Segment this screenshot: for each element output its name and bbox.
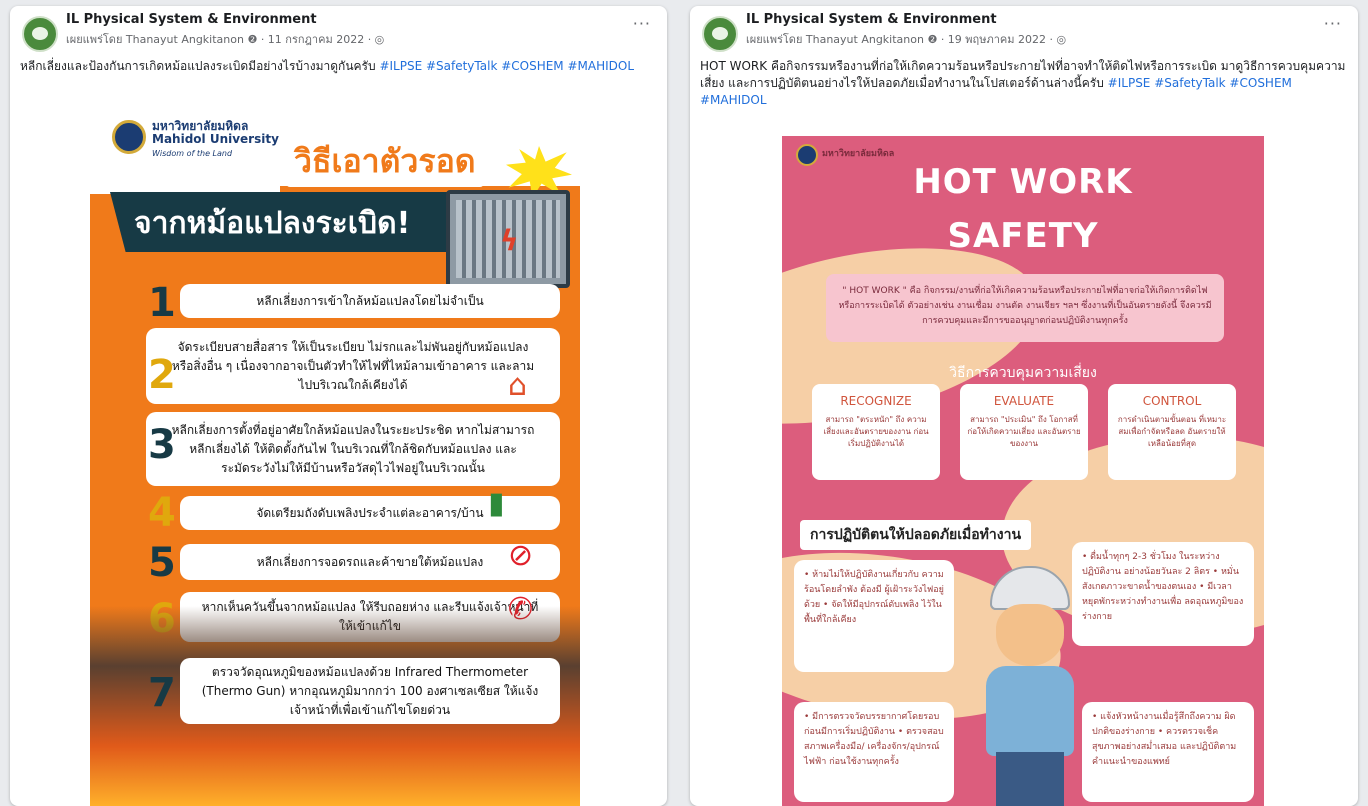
no-parking-icon: ⊘ <box>508 538 534 573</box>
evaluate-card: EVALUATE สามารถ "ประเมิน" ถึง โอกาสที่ก่… <box>960 384 1088 480</box>
infographic-image[interactable]: มหาวิทยาลัยมหิดล HOT WORK SAFETY " HOT W… <box>782 136 1264 806</box>
page-avatar[interactable] <box>22 16 58 52</box>
infographic-title-2: SAFETY <box>947 216 1099 256</box>
post-card: IL Physical System & Environment เผยแพร่… <box>690 6 1358 806</box>
risk-control-title: วิธีการควบคุมความเสี่ยง <box>949 365 1097 381</box>
infographic-title-1: วิธีเอาตัวรอด <box>286 136 484 187</box>
more-options-button[interactable]: ··· <box>1324 14 1342 33</box>
recognize-card: RECOGNIZE สามารถ "ตระหนัก" ถึง ความเสี่ย… <box>812 384 940 480</box>
tip-bubble: • มีการตรวจวัดบรรยากาศโดยรอบ ก่อนมีการเร… <box>794 702 954 802</box>
infographic-title-2: จากหม้อแปลงระเบิด! <box>134 206 411 241</box>
item-text: หลีกเลี่ยงการเข้าใกล้หม้อแปลงโดยไม่จำเป็… <box>180 284 560 318</box>
safe-practice-title: การปฏิบัติตนให้ปลอดภัยเมื่อทำงาน <box>800 520 1032 550</box>
university-name: มหาวิทยาลัยมหิดล <box>822 149 895 159</box>
item-number: 4 <box>148 490 176 536</box>
item-text: จัดระเบียบสายสื่อสาร ให้เป็นระเบียบ ไม่ร… <box>146 328 560 404</box>
tip-bubble: • แจ้งหัวหน้างานเมื่อรู้สึกถึงความ ผิดปก… <box>1082 702 1254 802</box>
hashtags-link[interactable]: #ILPSE #SafetyTalk #COSHEM #MAHIDOL <box>379 59 634 73</box>
infographic-image[interactable]: มหาวิทยาลัยมหิดล Mahidol University Wisdom… <box>90 106 580 806</box>
transformer-icon: ϟ <box>446 190 570 288</box>
house-icon: ⌂ <box>508 368 528 403</box>
tip-bubble: • ดื่มน้ำทุกๆ 2-3 ชั่วโมง ในระหว่าง ปฏิบ… <box>1072 542 1254 646</box>
item-text: หลีกเลี่ยงการจอดรถและค้าขายใต้หม้อแปลง <box>180 544 560 580</box>
post-text: หลีกเลี่ยงและป้องกันการเกิดหม้อแปลงระเบิ… <box>20 58 657 75</box>
page-name-link[interactable]: IL Physical System & Environment <box>66 12 317 27</box>
more-options-button[interactable]: ··· <box>633 14 651 33</box>
post-meta: เผยแพร่โดย Thanayut Angkitanon ❷ · 19 พฤ… <box>746 33 1067 46</box>
fire-extinguisher-icon: ▮ <box>488 486 505 521</box>
page-avatar[interactable] <box>702 16 738 52</box>
post-meta: เผยแพร่โดย Thanayut Angkitanon ❷ · 11 กร… <box>66 33 385 46</box>
control-card: CONTROL การดำเนินตามขั้นตอน ที่เหมาะสมเพ… <box>1108 384 1236 480</box>
worker-illustration <box>982 566 1078 806</box>
page-name-link[interactable]: IL Physical System & Environment <box>746 12 997 27</box>
university-logo <box>112 120 146 154</box>
item-text: หลีกเลี่ยงการตั้งที่อยู่อาศัยใกล้หม้อแปล… <box>146 412 560 486</box>
item-number: 7 <box>148 670 176 716</box>
item-number: 1 <box>148 280 176 326</box>
infographic-title-1: HOT WORK <box>913 162 1133 202</box>
hot-work-definition: " HOT WORK " คือ กิจกรรม/งานที่ก่อให้เกิ… <box>826 274 1224 342</box>
item-number: 5 <box>148 540 176 586</box>
post-body: หลีกเลี่ยงและป้องกันการเกิดหม้อแปลงระเบิ… <box>20 59 376 73</box>
tip-bubble: • ห้ามไม่ให้ปฏิบัติงานเกี่ยวกับ ความร้อน… <box>794 560 954 672</box>
post-card: IL Physical System & Environment เผยแพร่… <box>10 6 667 806</box>
post-text: HOT WORK คือกิจกรรมหรืองานที่ก่อให้เกิดค… <box>700 58 1348 109</box>
item-text: ตรวจวัดอุณหภูมิของหม้อแปลงด้วย Infrared … <box>180 658 560 724</box>
item-number: 3 <box>148 422 176 468</box>
university-name: มหาวิทยาลัยมหิดล Mahidol University Wisdom… <box>152 119 279 159</box>
item-number: 2 <box>148 352 176 398</box>
